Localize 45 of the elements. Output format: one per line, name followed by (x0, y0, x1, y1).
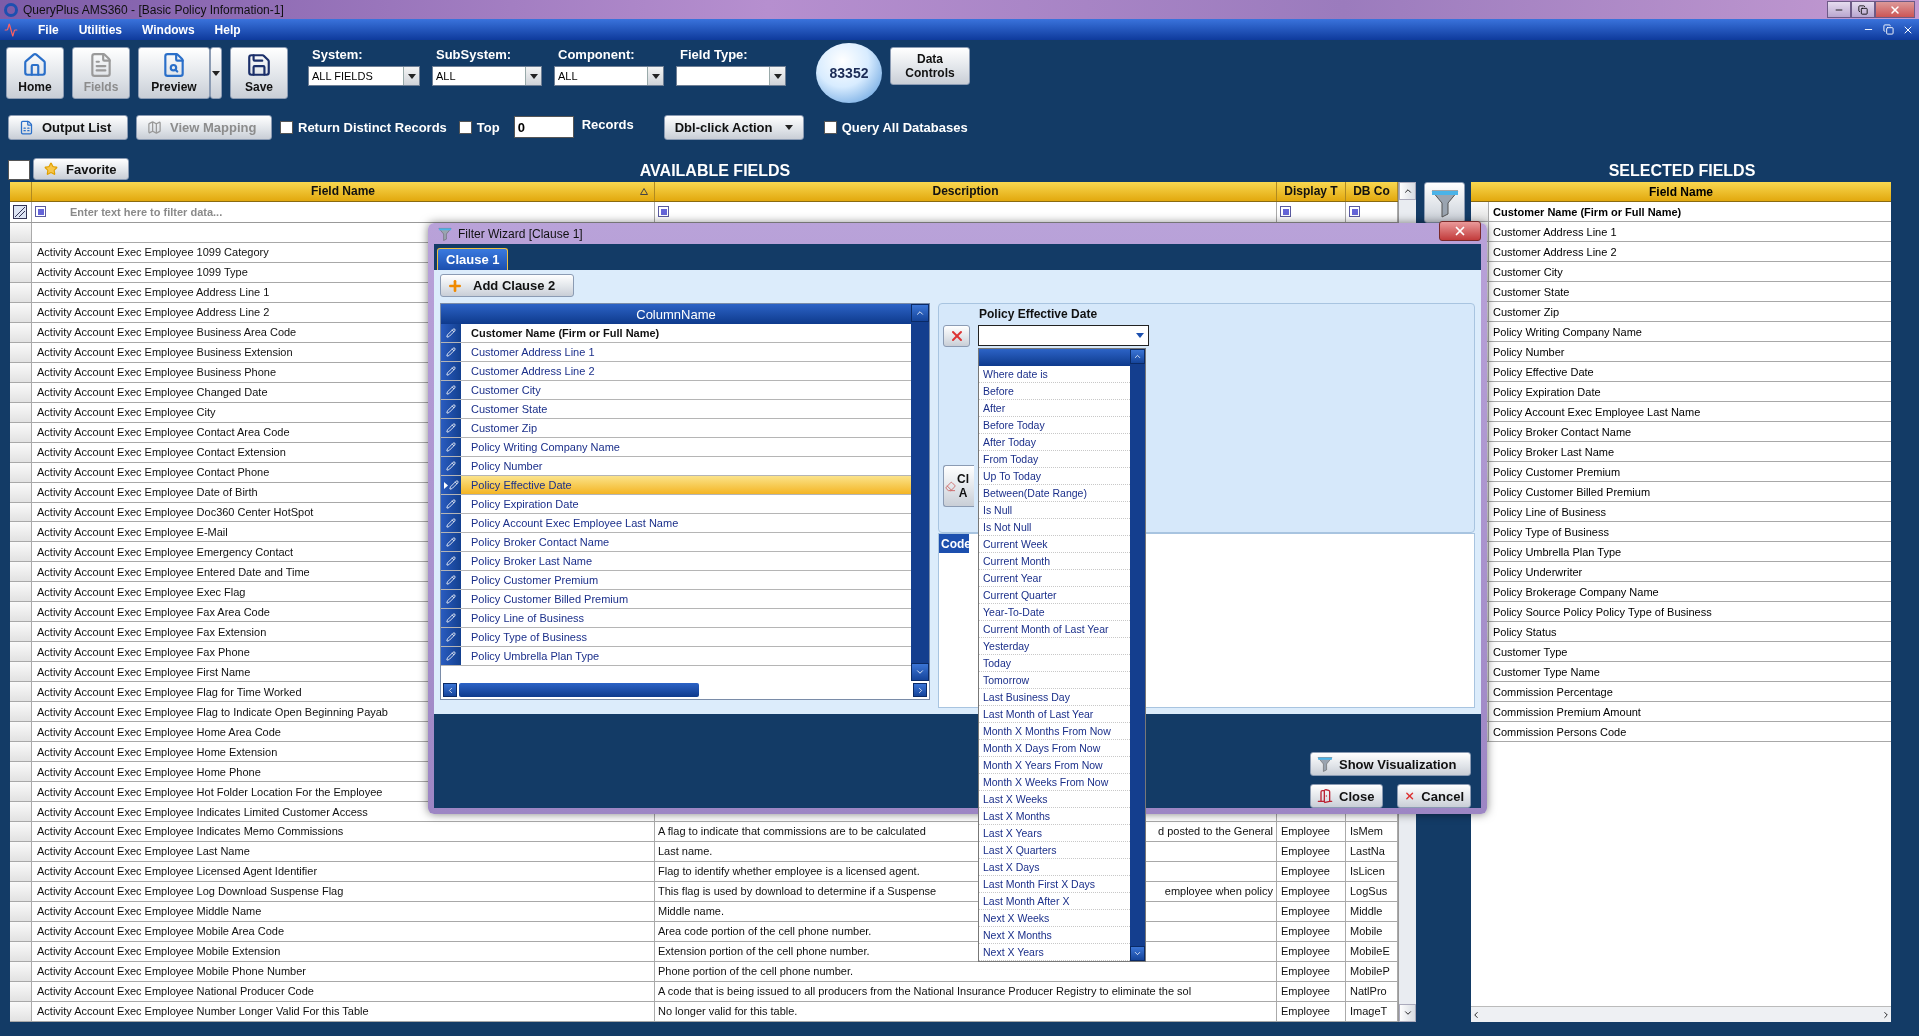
table-cell: Employee (1277, 841, 1346, 861)
checkbox-label: Top (476, 119, 500, 135)
column-name: Customer Address Line 1 (470, 345, 596, 360)
checkbox-label: Query All Databases (841, 119, 968, 135)
selector-label: Field Type: (679, 47, 749, 62)
column-name: Policy Writing Company Name (470, 440, 621, 455)
table-cell: Employee (1277, 861, 1346, 881)
table-cell: Employee (1277, 881, 1346, 901)
description-text: A code that is being issued to all producers from the National Insurance Producer Registry to eliminate the sol (658, 985, 1192, 998)
description-text: This flag is used by download to determine if a Suspense (658, 885, 937, 898)
description-text: No longer valid for this table. (658, 1005, 798, 1018)
count-badge: 83352 (816, 43, 882, 103)
column-name: Customer Address Line 2 (470, 364, 596, 379)
column-name: Policy Umbrella Plan Type (470, 649, 601, 664)
column-name: Customer City (470, 383, 542, 398)
section-title: SELECTED FIELDS (1607, 162, 1757, 180)
checkbox-label: Return Distinct Records (298, 119, 447, 135)
table-cell: Employee (1277, 822, 1346, 841)
description-text: Extension portion of the cell phone number. (658, 945, 870, 958)
selector-label: Component: (557, 47, 636, 62)
selector-label: SubSystem: (435, 47, 513, 62)
description-text: Flag to identify whether employee is a licensed agent. (658, 865, 920, 878)
column-name: Customer Zip (470, 421, 539, 436)
column-name: Policy Number (470, 459, 544, 474)
section-title: AVAILABLE FIELDS (638, 162, 792, 180)
window-title: QueryPlus AMS360 - [Basic Policy Information-1] (23, 2, 284, 17)
table-cell: Employee (1277, 921, 1346, 941)
criteria-label: Policy Effective Date (979, 307, 1099, 321)
description-text: Phone portion of the cell phone number. (658, 965, 854, 978)
selector-label: System: (311, 47, 364, 62)
column-name: Customer State (470, 402, 549, 417)
table-cell: Employee (1277, 941, 1346, 961)
table-cell: Employee (1277, 961, 1346, 981)
table-cell: Employee (1277, 901, 1346, 921)
description-text: Area code portion of the cell phone number. (658, 925, 872, 938)
table-cell: Employee (1277, 981, 1346, 1001)
column-name: Policy Type of Business (470, 630, 588, 645)
description-text: Middle name. (658, 905, 725, 918)
records-label: Records (581, 116, 634, 132)
description-text: Last name. (658, 845, 713, 858)
description-text: d posted to the General (1158, 825, 1273, 838)
table-cell: Employee (1277, 1001, 1346, 1021)
dialog-title: Filter Wizard [Clause 1] (458, 226, 583, 241)
description-text: employee when policy (1164, 885, 1273, 898)
description-text: A flag to indicate that commissions are to be calculated (658, 825, 926, 838)
